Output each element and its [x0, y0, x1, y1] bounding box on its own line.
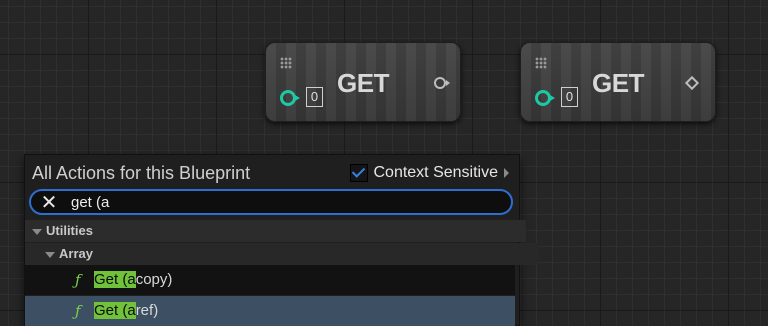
get-node-2[interactable]: 0 GET [520, 42, 716, 122]
category-label: Array [59, 246, 93, 261]
circle-pin-icon[interactable] [434, 77, 450, 89]
search-match: Get (a [94, 302, 136, 319]
category-utilities[interactable]: Utilities [25, 220, 526, 242]
node-grip-icon[interactable] [280, 57, 292, 69]
action-item-rest: ref) [135, 302, 159, 319]
exec-pin-icon[interactable] [535, 90, 555, 106]
chevron-right-icon[interactable] [504, 168, 509, 178]
node-title: GET [337, 68, 389, 98]
get-node-1[interactable]: 0 GET [265, 42, 461, 122]
action-item-rest: copy) [135, 271, 173, 288]
action-item-label: Get (aref) [94, 296, 158, 326]
search-field[interactable]: ✕ get (a [29, 189, 513, 215]
category-label: Utilities [46, 223, 93, 238]
action-item-get-copy[interactable]: ƒ Get (acopy) [25, 265, 515, 295]
checkbox-icon[interactable] [350, 164, 369, 182]
clear-icon[interactable]: ✕ [39, 193, 59, 213]
function-icon: ƒ [75, 271, 81, 289]
context-sensitive-toggle[interactable]: Context Sensitive [350, 163, 509, 183]
index-input[interactable]: 0 [561, 87, 578, 107]
context-sensitive-label: Context Sensitive [373, 164, 498, 181]
node-grip-icon[interactable] [535, 57, 547, 69]
action-item-get-ref[interactable]: ƒ Get (aref) [25, 296, 515, 326]
search-input[interactable]: get (a [71, 193, 109, 213]
action-menu: All Actions for this Blueprint Context S… [24, 154, 539, 326]
diamond-pin-icon[interactable] [684, 75, 700, 91]
action-menu-title: All Actions for this Blueprint [32, 163, 251, 183]
category-array[interactable]: Array [25, 243, 539, 265]
search-match: Get (a [94, 271, 136, 288]
action-item-label: Get (acopy) [94, 265, 172, 295]
node-title: GET [592, 68, 644, 98]
expand-triangle-icon [45, 251, 55, 258]
function-icon: ƒ [75, 302, 81, 320]
exec-pin-icon[interactable] [280, 90, 300, 106]
index-input[interactable]: 0 [306, 87, 323, 107]
expand-triangle-icon [32, 228, 42, 235]
